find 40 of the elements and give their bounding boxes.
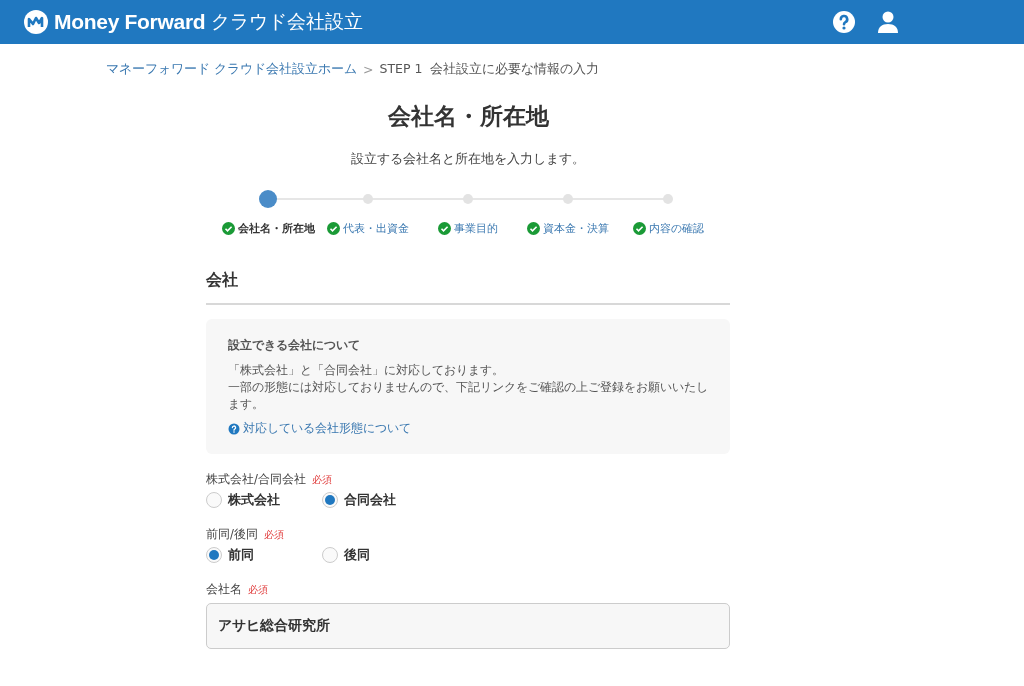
info-title: 設立できる会社について — [228, 337, 361, 354]
breadcrumb-separator: > — [363, 61, 374, 77]
user-icon[interactable] — [876, 10, 900, 34]
required-tag: 必須 — [248, 582, 268, 597]
product-name: クラウド会社設立 — [211, 9, 364, 34]
radio-option[interactable]: 合同会社 — [322, 491, 438, 509]
field-label: 前同/後同 — [206, 527, 258, 542]
step-dot[interactable] — [363, 194, 373, 204]
logo-icon[interactable] — [24, 10, 48, 34]
step-dot[interactable] — [663, 194, 673, 204]
radio-button[interactable] — [322, 492, 338, 508]
logo-text[interactable]: Money Forward — [54, 10, 206, 34]
step-label[interactable]: 代表・出資金 — [343, 221, 409, 236]
required-tag: 必須 — [263, 527, 284, 542]
radio-option[interactable]: 後同 — [322, 546, 438, 564]
info-text: 「株式会社」と「合同会社」に対応しております。 一部の形態には対応しておりませんので、下記リンクをご確認の上ご登録をお願いいたします。 — [228, 362, 708, 413]
page-subtitle: 設立する会社名と所在地を入力します。 — [350, 151, 586, 167]
radio-button[interactable] — [206, 492, 222, 508]
radio-option[interactable]: 前同 — [206, 546, 322, 564]
step-label[interactable]: 資本金・決算 — [543, 221, 609, 236]
step-dot[interactable] — [563, 194, 573, 204]
step-label[interactable]: 内容の確認 — [648, 221, 704, 236]
radio-button[interactable] — [322, 547, 338, 563]
radio-button[interactable] — [206, 547, 222, 563]
step-label[interactable]: 会社名・所在地 — [237, 221, 315, 236]
input-field[interactable]: アサヒ総合研究所 — [206, 603, 730, 649]
help-icon[interactable] — [832, 10, 856, 34]
page-title: 会社名・所在地 — [386, 102, 550, 131]
field-label: 株式会社/合同会社 — [206, 472, 306, 487]
field-label: 会社名 — [206, 582, 242, 597]
breadcrumb-link[interactable]: マネーフォワード クラウド会社設立ホーム — [106, 60, 357, 78]
info-link[interactable]: 対応している会社形態について — [243, 421, 411, 436]
step-label[interactable]: 事業目的 — [454, 221, 498, 236]
radio-option[interactable]: 株式会社 — [206, 491, 322, 509]
step-dot[interactable] — [463, 194, 473, 204]
help-icon[interactable] — [228, 422, 240, 435]
breadcrumb-current: STEP 1 会社設立に必要な情報の入力 — [379, 60, 600, 78]
required-tag: 必須 — [311, 472, 332, 487]
step-dot[interactable] — [259, 190, 277, 208]
section-heading: 会社 — [206, 236, 730, 305]
